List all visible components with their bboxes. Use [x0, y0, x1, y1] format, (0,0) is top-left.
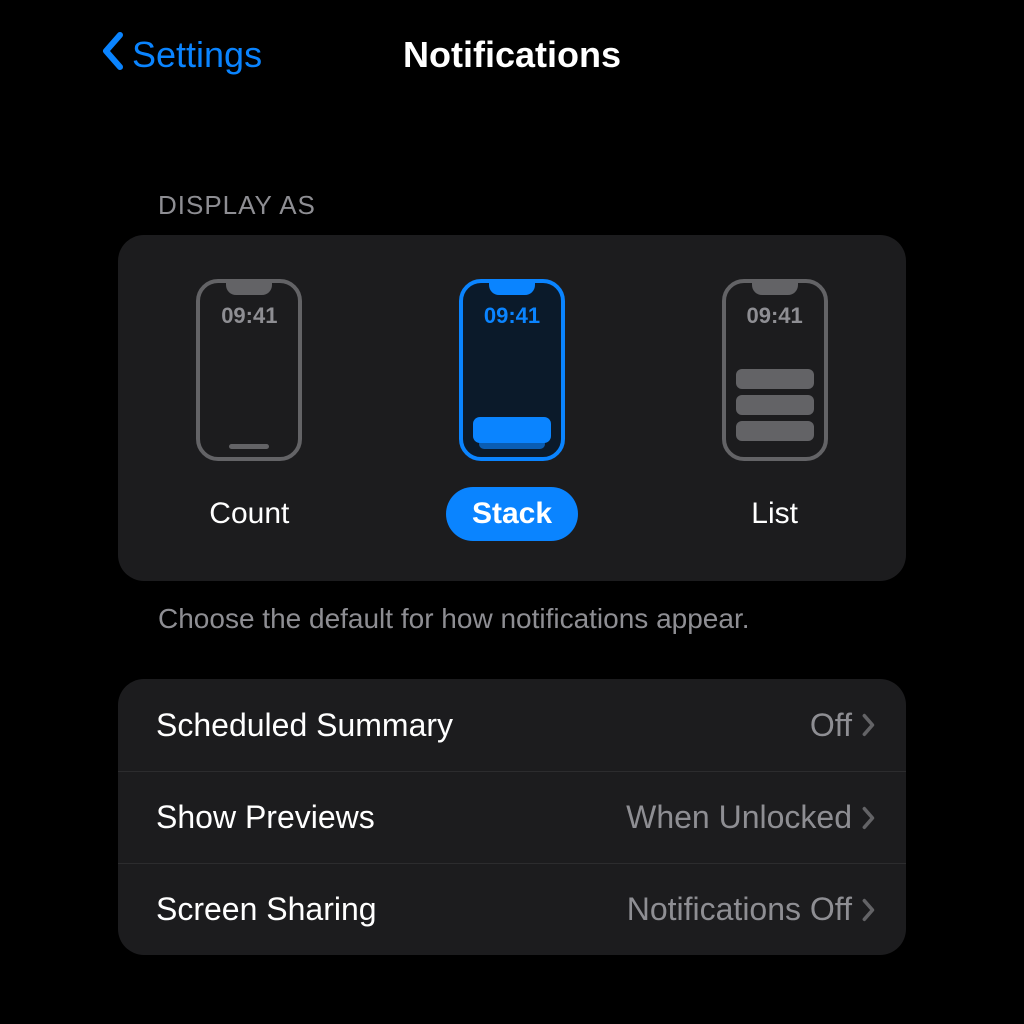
phone-preview-count-icon: 09:41 [196, 279, 302, 461]
phone-time: 09:41 [200, 303, 298, 329]
chevron-right-icon [862, 898, 876, 922]
row-value: Off [810, 707, 852, 744]
option-label-count: Count [183, 487, 315, 541]
option-label-list: List [725, 487, 824, 541]
settings-list: Scheduled Summary Off Show Previews When… [118, 679, 906, 955]
row-label: Scheduled Summary [156, 707, 810, 744]
phone-preview-stack-icon: 09:41 [459, 279, 565, 461]
back-button[interactable]: Settings [100, 0, 262, 110]
row-value: When Unlocked [626, 799, 852, 836]
display-option-stack[interactable]: 09:41 Stack [402, 275, 622, 541]
display-as-footer: Choose the default for how notifications… [158, 603, 1024, 635]
display-option-list[interactable]: 09:41 List [665, 275, 885, 541]
phone-time: 09:41 [463, 303, 561, 329]
row-value: Notifications Off [627, 891, 852, 928]
row-screen-sharing[interactable]: Screen Sharing Notifications Off [118, 863, 906, 955]
row-scheduled-summary[interactable]: Scheduled Summary Off [118, 679, 906, 771]
phone-time: 09:41 [726, 303, 824, 329]
display-as-card: 09:41 Count 09:41 Stack 09:41 [118, 235, 906, 581]
row-label: Screen Sharing [156, 891, 627, 928]
nav-header: Settings Notifications [0, 0, 1024, 110]
chevron-left-icon [100, 31, 132, 80]
row-show-previews[interactable]: Show Previews When Unlocked [118, 771, 906, 863]
row-label: Show Previews [156, 799, 626, 836]
back-label: Settings [132, 34, 262, 76]
option-label-stack: Stack [446, 487, 578, 541]
page-title: Notifications [403, 34, 621, 76]
display-option-count[interactable]: 09:41 Count [139, 275, 359, 541]
chevron-right-icon [862, 713, 876, 737]
section-header-display-as: DISPLAY AS [158, 190, 1024, 221]
phone-preview-list-icon: 09:41 [722, 279, 828, 461]
chevron-right-icon [862, 806, 876, 830]
